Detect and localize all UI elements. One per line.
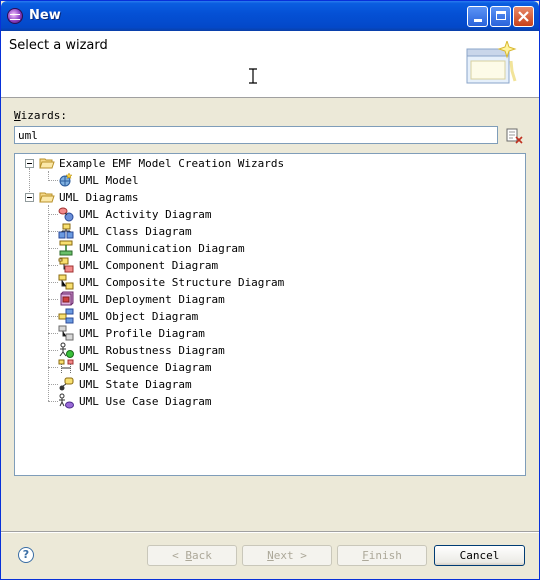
tree-item-row[interactable]: UML State Diagram	[15, 376, 415, 393]
use-case-diagram-icon	[59, 393, 74, 409]
state-diagram-icon	[59, 377, 74, 391]
deployment-diagram-icon	[60, 291, 74, 306]
tree-item-row[interactable]: UML Activity Diagram	[15, 206, 415, 223]
tree-item-row[interactable]: UML Profile Diagram	[15, 325, 415, 342]
new-wizard-dialog: New Select a wizard Wizards: uml Example…	[0, 0, 540, 580]
wizards-label: Wizards:	[14, 109, 67, 122]
profile-diagram-icon	[58, 325, 74, 341]
window-title: New	[29, 8, 61, 23]
uml-model-icon	[59, 172, 73, 187]
minimize-icon	[473, 19, 482, 22]
tree-item-row[interactable]: UML Component Diagram	[15, 257, 415, 274]
next-button[interactable]: Next >	[242, 545, 332, 566]
component-diagram-icon	[58, 257, 74, 273]
collapse-icon[interactable]	[25, 159, 34, 168]
sequence-diagram-icon	[58, 359, 74, 374]
tree-group-label: UML Diagrams	[59, 191, 139, 204]
eclipse-app-icon	[7, 8, 23, 24]
cancel-button[interactable]: Cancel	[434, 545, 525, 566]
tree-item-label: UML Communication Diagram	[79, 242, 245, 255]
close-button[interactable]	[513, 6, 534, 27]
tree-item-row[interactable]: UML Class Diagram	[15, 223, 415, 240]
wizard-filter-input[interactable]	[14, 126, 498, 144]
help-icon[interactable]: ?	[18, 547, 34, 563]
tree-item-label: UML Composite Structure Diagram	[79, 276, 285, 289]
title-bar[interactable]: New	[1, 1, 539, 31]
tree-item-row[interactable]: UML Communication Diagram	[15, 240, 415, 257]
tree-item-label: UML Profile Diagram	[79, 327, 205, 340]
finish-button[interactable]: Finish	[337, 545, 427, 566]
tree-item-label: UML Class Diagram	[79, 225, 192, 238]
tree-item-label: UML Component Diagram	[79, 259, 219, 272]
back-button[interactable]: < Back	[147, 545, 237, 566]
tree-item-row[interactable]: UML Sequence Diagram	[15, 359, 415, 376]
tree-item-label: UML Robustness Diagram	[79, 344, 225, 357]
wizard-tree[interactable]: Example EMF Model Creation Wizards UML M…	[14, 153, 526, 476]
minimize-button[interactable]	[467, 6, 488, 27]
folder-open-icon	[39, 192, 55, 203]
communication-diagram-icon	[59, 240, 73, 256]
tree-item-row[interactable]: UML Use Case Diagram	[15, 393, 415, 410]
tree-item-label: UML Deployment Diagram	[79, 293, 225, 306]
class-diagram-icon	[58, 223, 74, 239]
tree-item-row[interactable]: UML Object Diagram	[15, 308, 415, 325]
composite-structure-diagram-icon	[58, 274, 74, 290]
tree-item-label: UML Object Diagram	[79, 310, 199, 323]
robustness-diagram-icon	[59, 342, 74, 358]
button-bar-separator	[1, 531, 539, 533]
object-diagram-icon	[58, 308, 74, 324]
tree-item-label: UML Sequence Diagram	[79, 361, 212, 374]
text-cursor-icon	[249, 68, 257, 84]
tree-item-row[interactable]: UML Deployment Diagram	[15, 291, 415, 308]
tree-item-row[interactable]: UML Model	[15, 172, 415, 189]
tree-item-label: UML Use Case Diagram	[79, 395, 212, 408]
collapse-icon[interactable]	[25, 193, 34, 202]
clear-filter-icon[interactable]	[506, 128, 524, 144]
folder-open-icon	[39, 158, 55, 169]
maximize-icon	[495, 11, 506, 20]
activity-diagram-icon	[58, 207, 74, 222]
tree-group-label: Example EMF Model Creation Wizards	[59, 157, 285, 170]
tree-item-label: UML Activity Diagram	[79, 208, 212, 221]
tree-group-row[interactable]: Example EMF Model Creation Wizards	[15, 155, 415, 172]
close-icon	[518, 11, 529, 22]
banner-title: Select a wizard	[9, 38, 108, 53]
tree-item-label: UML State Diagram	[79, 378, 192, 391]
tree-item-row[interactable]: UML Robustness Diagram	[15, 342, 415, 359]
tree-item-label: UML Model	[79, 174, 139, 187]
tree-item-row[interactable]: UML Composite Structure Diagram	[15, 274, 415, 291]
new-wizard-banner-icon	[466, 41, 517, 84]
wizard-banner: Select a wizard	[1, 31, 539, 98]
tree-group-row[interactable]: UML Diagrams	[15, 189, 415, 206]
maximize-button[interactable]	[490, 6, 511, 27]
